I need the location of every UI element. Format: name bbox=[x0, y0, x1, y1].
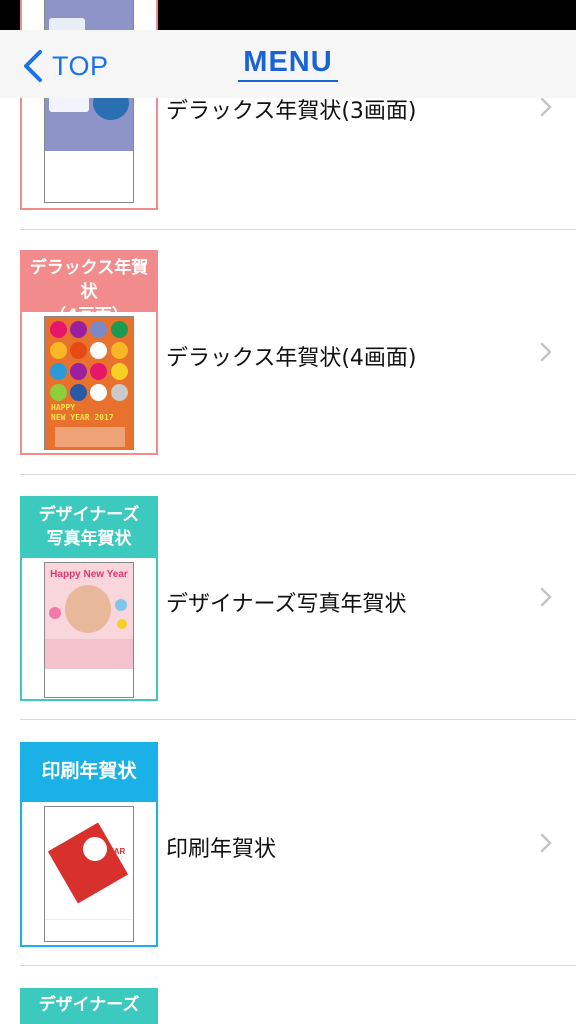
list-item-label: 印刷年賀状 bbox=[166, 837, 277, 862]
thumbnail-text: HAPPY NEW YEAR 2017 bbox=[51, 403, 114, 422]
chevron-left-icon bbox=[24, 50, 42, 82]
card-designers-print: デザイナーズ bbox=[20, 988, 158, 1024]
thumbnail-text: Happy New Year bbox=[50, 569, 128, 580]
list-item-print[interactable]: 印刷年賀状 HAPPY NEW YEAR 2017 印刷年賀状 bbox=[0, 720, 576, 965]
card-title: デラックス年賀状 （4画面） bbox=[22, 252, 156, 326]
chevron-right-icon bbox=[540, 97, 552, 117]
card-title: デザイナーズ bbox=[22, 990, 156, 1024]
chevron-right-icon bbox=[540, 587, 552, 607]
card-designers-photo: デザイナーズ 写真年賀状 Happy New Year bbox=[20, 496, 158, 701]
chevron-right-icon bbox=[540, 342, 552, 362]
card-thumbnail: Happy New Year bbox=[44, 562, 134, 698]
list-item-designers-photo[interactable]: デザイナーズ 写真年賀状 Happy New Year デザイナーズ写真年賀状 bbox=[0, 475, 576, 720]
card-title: デザイナーズ 写真年賀状 bbox=[22, 498, 156, 558]
back-button[interactable]: TOP bbox=[22, 49, 109, 83]
card-thumbnail: HAPPY NEW YEAR 2017 bbox=[44, 316, 134, 450]
navigation-bar: TOP MENU bbox=[0, 30, 576, 98]
card-print: 印刷年賀状 HAPPY NEW YEAR 2017 bbox=[20, 742, 158, 947]
list-item-label: デラックス年賀状(4画面) bbox=[166, 346, 417, 371]
card-title: 印刷年賀状 bbox=[22, 744, 156, 802]
list-item-label: デザイナーズ写真年賀状 bbox=[166, 592, 407, 617]
card-thumbnail: HAPPY NEW YEAR 2017 bbox=[44, 806, 134, 942]
page-title[interactable]: MENU bbox=[238, 46, 338, 82]
chevron-right-icon bbox=[540, 833, 552, 853]
back-button-label: TOP bbox=[52, 50, 109, 81]
menu-list: デラックス年賀状(3画面) デラックス年賀状 （4画面） bbox=[0, 0, 576, 1024]
list-item-deluxe-4[interactable]: デラックス年賀状 （4画面） HAPPY NEW YEAR 2017 bbox=[0, 230, 576, 475]
list-item-designers-print[interactable]: デザイナーズ bbox=[0, 966, 576, 1024]
card-deluxe-4: デラックス年賀状 （4画面） HAPPY NEW YEAR 2017 bbox=[20, 250, 158, 455]
